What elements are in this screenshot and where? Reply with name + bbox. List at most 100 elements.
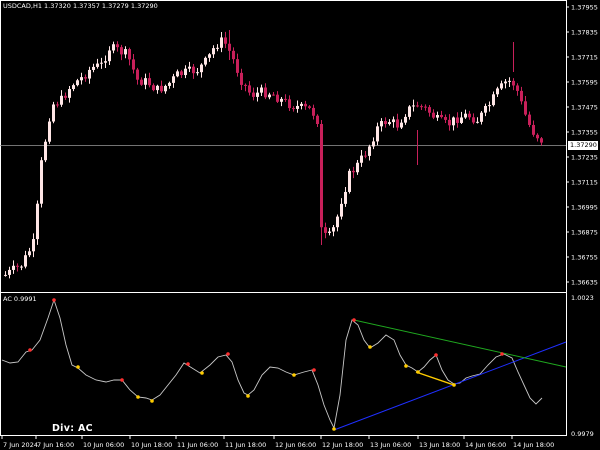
candle-body (292, 108, 295, 110)
symbol-info: USDCAD,H1 1.37320 1.37357 1.37279 1.3729… (3, 2, 158, 10)
time-label: 11 Jun 18:00 (225, 441, 266, 449)
candle-body (388, 122, 391, 125)
current-price-tag: 1.37290 (568, 141, 598, 150)
candle-body (476, 121, 479, 123)
indicator-top-label: 1.0023 (571, 294, 594, 302)
time-label: 7 Jun 2024 (3, 441, 38, 449)
chart-canvas[interactable]: 1.37955 1.37835 1.37715 1.37595 1.37475 1.373… (0, 0, 600, 450)
peak-marker (434, 353, 438, 357)
candle-body (324, 227, 327, 233)
candle-body (140, 79, 143, 85)
candle-body (132, 59, 135, 70)
time-label: 10 Jun 18:00 (131, 441, 172, 449)
candle-body (188, 66, 191, 69)
candle-body (532, 124, 535, 135)
peak-marker (500, 352, 504, 356)
candle-body (4, 274, 7, 276)
candle-body (72, 85, 75, 90)
candle-body (304, 103, 307, 107)
trough-marker (200, 371, 204, 375)
time-label: 11 Jun 06:00 (177, 441, 218, 449)
candle-body (440, 115, 443, 118)
candle-body (76, 80, 79, 86)
candle-body (88, 69, 91, 79)
candle-body (156, 85, 159, 91)
trough-marker (246, 394, 250, 398)
candle-body (500, 83, 503, 89)
ac-oscillator-line (1, 298, 543, 430)
candle-body (168, 82, 171, 86)
candle-body (488, 105, 491, 107)
candle-body (312, 107, 315, 116)
candle-body (40, 160, 43, 204)
divergence-label: Div: AC (52, 423, 93, 434)
price-label: 1.37355 (571, 129, 598, 137)
candle-body (524, 101, 527, 115)
candle-body (512, 80, 515, 86)
candle-body (452, 117, 455, 126)
candle-body (116, 44, 119, 48)
candle-body (100, 62, 103, 64)
candle-body (152, 85, 155, 91)
candle-body (64, 95, 67, 98)
candle-body (384, 121, 387, 125)
trough-marker (150, 399, 154, 403)
candle-body (352, 170, 355, 173)
price-label: 1.37835 (571, 29, 598, 37)
time-label: 12 Jun 18:00 (322, 441, 363, 449)
time-label: 12 Jun 06:00 (275, 441, 316, 449)
blue-trendline (333, 341, 567, 431)
peak-marker (352, 318, 356, 322)
yellow-trendline (415, 371, 455, 386)
candle-body (148, 78, 151, 86)
candle-body (256, 92, 259, 97)
candle-body (380, 121, 383, 127)
candle-body (128, 49, 131, 60)
candle-body (272, 94, 275, 96)
price-label: 1.37115 (571, 179, 598, 187)
peak-marker (226, 352, 230, 356)
candle-body (332, 227, 335, 232)
candle-body (408, 106, 411, 117)
candle-body (336, 216, 339, 228)
candle-body (516, 85, 519, 91)
candle-body (300, 103, 303, 106)
green-trendline (353, 319, 567, 368)
candle-body (436, 115, 439, 118)
candle-body (496, 88, 499, 95)
candle-body (276, 94, 279, 102)
trough-marker (404, 364, 408, 368)
time-label: 10 Jun 06:00 (83, 441, 124, 449)
candle-body (24, 255, 27, 267)
trough-marker (136, 395, 140, 399)
trading-chart-window[interactable]: 1.37955 1.37835 1.37715 1.37595 1.37475 1.373… (0, 0, 600, 450)
candle-body (480, 112, 483, 122)
candle-body (36, 203, 39, 240)
price-label: 1.36875 (571, 229, 598, 237)
candle-body (28, 251, 31, 256)
price-label: 1.36995 (571, 204, 598, 212)
candle-body (364, 155, 367, 157)
candle-body (376, 126, 379, 142)
candle-body (368, 146, 371, 156)
candle-body (172, 76, 175, 83)
peak-marker (120, 378, 124, 382)
candle-body (288, 99, 291, 109)
candle-body (8, 269, 11, 275)
candle-body (432, 112, 435, 118)
candle-body (520, 90, 523, 102)
candle-body (484, 105, 487, 113)
candle-body (360, 155, 363, 163)
candle-body (260, 87, 263, 93)
trough-marker (416, 370, 420, 374)
candle-body (400, 122, 403, 128)
trough-marker (292, 373, 296, 377)
price-label: 1.37595 (571, 79, 598, 87)
candle-body (372, 141, 375, 147)
time-label: 14 Jun 18:00 (513, 441, 554, 449)
candle-body (420, 106, 423, 108)
candle-body (84, 77, 87, 79)
candle-body (316, 115, 319, 125)
candle-body (232, 50, 235, 60)
candle-body (176, 71, 179, 77)
